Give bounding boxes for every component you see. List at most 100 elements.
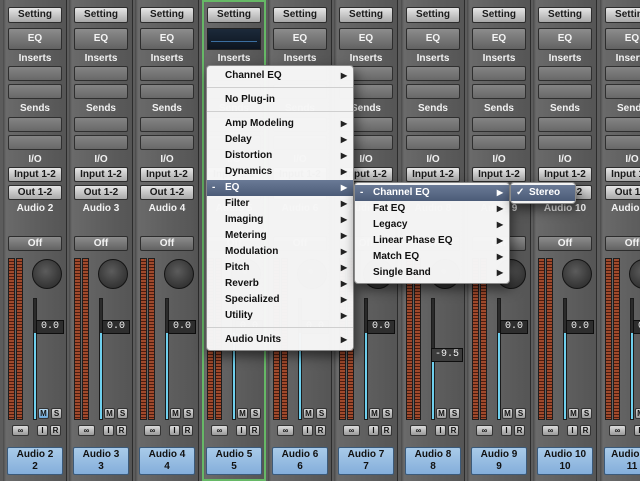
menu-item[interactable]: - EQ ▶ bbox=[207, 180, 353, 196]
input-monitor-button[interactable]: I bbox=[368, 425, 379, 436]
input-monitor-button[interactable]: I bbox=[302, 425, 313, 436]
automation-button[interactable]: Off bbox=[538, 236, 592, 251]
menu-item[interactable]: Distortion ▶ bbox=[207, 148, 353, 164]
solo-button[interactable]: S bbox=[449, 408, 460, 419]
input-monitor-button[interactable]: I bbox=[435, 425, 446, 436]
send-slot[interactable] bbox=[605, 135, 640, 150]
pan-knob[interactable] bbox=[164, 259, 194, 289]
send-slot[interactable] bbox=[406, 135, 460, 150]
mute-button[interactable]: M bbox=[38, 408, 49, 419]
automation-button[interactable]: Off bbox=[140, 236, 194, 251]
link-button[interactable]: ∞ bbox=[211, 425, 228, 436]
insert-slot[interactable] bbox=[472, 84, 526, 99]
volume-readout[interactable]: -9.5 bbox=[431, 348, 463, 362]
automation-button[interactable]: Off bbox=[605, 236, 640, 251]
menu-item[interactable]: No Plug-in bbox=[207, 92, 353, 108]
send-slot[interactable] bbox=[74, 135, 128, 150]
insert-slot[interactable] bbox=[74, 66, 128, 81]
mute-button[interactable]: M bbox=[170, 408, 181, 419]
menu-item[interactable]: Metering ▶ bbox=[207, 228, 353, 244]
track-name-box[interactable]: Audio 99 bbox=[471, 447, 527, 475]
record-button[interactable]: R bbox=[448, 425, 459, 436]
send-slot[interactable] bbox=[8, 135, 62, 150]
output-button[interactable]: Out 1-2 bbox=[140, 185, 194, 200]
setting-button[interactable]: Setting bbox=[538, 7, 592, 23]
eq-button[interactable]: EQ bbox=[74, 28, 128, 50]
mute-button[interactable]: M bbox=[369, 408, 380, 419]
menu-item[interactable]: Pitch ▶ bbox=[207, 260, 353, 276]
eq-button[interactable]: EQ bbox=[406, 28, 460, 50]
insert-slot[interactable] bbox=[406, 84, 460, 99]
menu-item[interactable]: Delay ▶ bbox=[207, 132, 353, 148]
track-name-box[interactable]: Audio 10 10 bbox=[537, 447, 593, 475]
solo-button[interactable]: S bbox=[51, 408, 62, 419]
setting-button[interactable]: Setting bbox=[273, 7, 327, 23]
menu-item[interactable]: Linear Phase EQ ▶ bbox=[355, 233, 509, 249]
record-button[interactable]: R bbox=[514, 425, 525, 436]
track-name-box[interactable]: Audio 33 bbox=[73, 447, 129, 475]
link-button[interactable]: ∞ bbox=[609, 425, 626, 436]
send-slot[interactable] bbox=[406, 117, 460, 132]
link-button[interactable]: ∞ bbox=[277, 425, 294, 436]
insert-slot[interactable] bbox=[472, 66, 526, 81]
menu-item[interactable]: Single Band ▶ bbox=[355, 265, 509, 281]
input-monitor-button[interactable]: I bbox=[634, 425, 640, 436]
menu-item[interactable]: Modulation ▶ bbox=[207, 244, 353, 260]
menu-item[interactable]: Channel EQ ▶ bbox=[207, 68, 353, 84]
mute-button[interactable]: M bbox=[104, 408, 115, 419]
setting-button[interactable]: Setting bbox=[140, 7, 194, 23]
input-button[interactable]: Input 1-2 bbox=[605, 167, 640, 182]
solo-button[interactable]: S bbox=[183, 408, 194, 419]
insert-slot[interactable] bbox=[140, 84, 194, 99]
link-button[interactable]: ∞ bbox=[476, 425, 493, 436]
eq-button[interactable]: EQ bbox=[538, 28, 592, 50]
menu-item[interactable]: Specialized ▶ bbox=[207, 292, 353, 308]
mute-button[interactable]: M bbox=[635, 408, 640, 419]
setting-button[interactable]: Setting bbox=[74, 7, 128, 23]
send-slot[interactable] bbox=[538, 135, 592, 150]
output-button[interactable]: Out 1-2 bbox=[605, 185, 640, 200]
track-name-box[interactable]: Audio 88 bbox=[405, 447, 461, 475]
track-name-box[interactable]: Audio 77 bbox=[338, 447, 394, 475]
solo-button[interactable]: S bbox=[581, 408, 592, 419]
menu-item[interactable]: - Channel EQ ▶ bbox=[355, 185, 509, 201]
send-slot[interactable] bbox=[538, 117, 592, 132]
send-slot[interactable] bbox=[140, 117, 194, 132]
insert-slot[interactable] bbox=[538, 84, 592, 99]
volume-readout[interactable]: 0.0 bbox=[566, 320, 594, 334]
insert-slot[interactable] bbox=[74, 84, 128, 99]
solo-button[interactable]: S bbox=[117, 408, 128, 419]
menu-item[interactable]: Legacy ▶ bbox=[355, 217, 509, 233]
setting-button[interactable]: Setting bbox=[207, 7, 261, 23]
volume-fader[interactable] bbox=[99, 298, 103, 420]
link-button[interactable]: ∞ bbox=[144, 425, 161, 436]
setting-button[interactable]: Setting bbox=[8, 7, 62, 23]
menu-item[interactable]: ✓ Stereo bbox=[511, 185, 575, 201]
insert-slot[interactable] bbox=[8, 66, 62, 81]
menu-item[interactable]: Dynamics ▶ bbox=[207, 164, 353, 180]
output-button[interactable]: Out 1-2 bbox=[8, 185, 62, 200]
input-monitor-button[interactable]: I bbox=[236, 425, 247, 436]
link-button[interactable]: ∞ bbox=[542, 425, 559, 436]
link-button[interactable]: ∞ bbox=[410, 425, 427, 436]
setting-button[interactable]: Setting bbox=[605, 7, 640, 23]
insert-slot[interactable] bbox=[538, 66, 592, 81]
link-button[interactable]: ∞ bbox=[12, 425, 29, 436]
eq-button[interactable]: EQ bbox=[472, 28, 526, 50]
record-button[interactable]: R bbox=[50, 425, 61, 436]
menu-item[interactable]: Fat EQ ▶ bbox=[355, 201, 509, 217]
send-slot[interactable] bbox=[605, 117, 640, 132]
track-name-box[interactable]: Audio 22 bbox=[7, 447, 63, 475]
solo-button[interactable]: S bbox=[250, 408, 261, 419]
record-button[interactable]: R bbox=[580, 425, 591, 436]
menu-item[interactable]: Audio Units ▶ bbox=[207, 332, 353, 348]
automation-button[interactable]: Off bbox=[8, 236, 62, 251]
volume-readout[interactable]: 0.0 bbox=[367, 320, 395, 334]
input-button[interactable]: Input 1-2 bbox=[8, 167, 62, 182]
send-slot[interactable] bbox=[472, 135, 526, 150]
mute-button[interactable]: M bbox=[502, 408, 513, 419]
input-button[interactable]: Input 1-2 bbox=[538, 167, 592, 182]
eq-thumbnail[interactable] bbox=[207, 28, 261, 50]
pan-knob[interactable] bbox=[32, 259, 62, 289]
volume-fader[interactable] bbox=[497, 298, 501, 420]
